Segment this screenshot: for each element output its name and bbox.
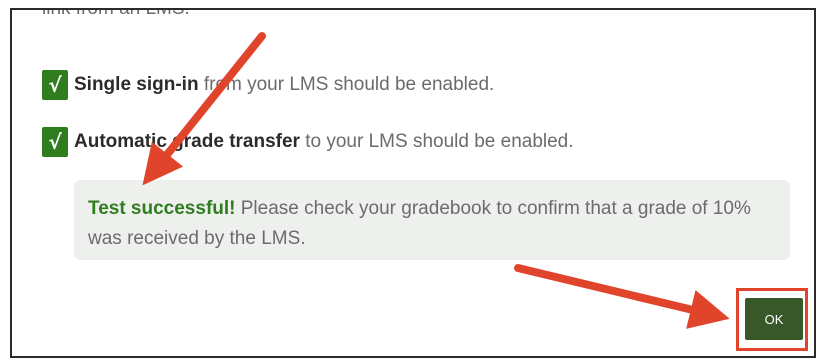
check-item-text: to your LMS should be enabled. bbox=[299, 131, 574, 152]
ok-button[interactable]: OK bbox=[745, 298, 803, 340]
checkmark-icon: √ bbox=[42, 70, 68, 100]
check-item-text: from your LMS should be enabled. bbox=[198, 74, 495, 95]
dialog-intro-text: link from an LMS. bbox=[42, 8, 190, 19]
checkmark-icon: √ bbox=[42, 127, 68, 157]
test-result-callout: Test successful! Please check your grade… bbox=[74, 180, 790, 260]
check-item-title: Single sign-in bbox=[74, 74, 199, 95]
check-item-title: Automatic grade transfer bbox=[74, 131, 300, 152]
dialog: link from an LMS. √ Single sign-in from … bbox=[10, 8, 816, 358]
check-item-single-sign-in: √ Single sign-in from your LMS should be… bbox=[42, 70, 494, 100]
check-item-grade-transfer: √ Automatic grade transfer to your LMS s… bbox=[42, 127, 574, 157]
test-status: Test successful! bbox=[88, 198, 236, 219]
